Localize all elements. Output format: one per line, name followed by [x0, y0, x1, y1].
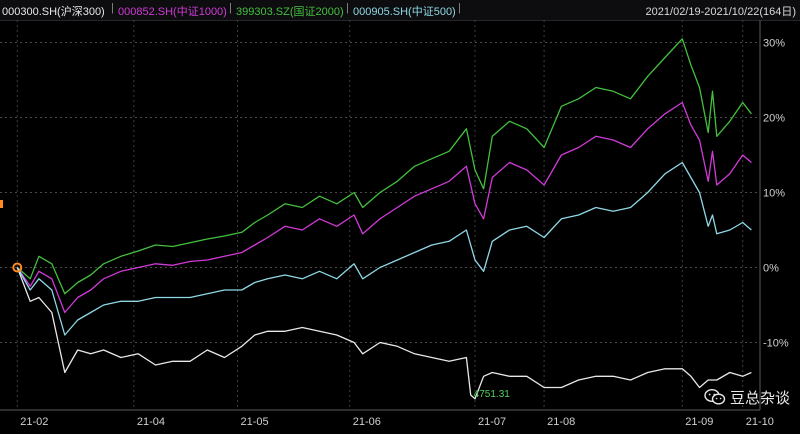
y-tick-label: 0% — [763, 263, 779, 275]
legend-separator: | — [111, 2, 114, 14]
legend-item-zz500[interactable]: 000905.SH(中证500) — [353, 3, 456, 19]
series-line-3 — [16, 267, 752, 400]
y-tick-label: 10% — [763, 188, 785, 200]
x-tick-label: 21-02 — [20, 416, 48, 428]
legend-item-gz2000[interactable]: 399303.SZ(国证2000) — [236, 3, 344, 19]
series-layer — [16, 38, 752, 400]
x-tick-label: 21-08 — [547, 416, 575, 428]
marker-layer: 4751.31 — [0, 200, 510, 400]
y-tick-label: 20% — [763, 113, 785, 125]
date-range-label: 2021/02/19-2021/10/22(164日) — [645, 6, 796, 18]
x-tick-label: 21-04 — [137, 416, 165, 428]
legend-separator: | — [346, 2, 349, 14]
watermark: 豆总杂谈 — [704, 386, 790, 408]
min-value-annotation: 4751.31 — [474, 389, 511, 400]
series-line-1 — [16, 101, 752, 314]
wechat-icon — [704, 388, 726, 405]
legend-item-zz1000[interactable]: 000852.SH(中证1000) — [118, 3, 227, 19]
x-tick-label: 21-05 — [241, 416, 269, 428]
series-line-2 — [16, 161, 752, 336]
x-tick-label: 21-09 — [685, 416, 713, 428]
y-tick-label: 30% — [763, 38, 785, 50]
legend-separator: | — [229, 2, 232, 14]
axis-layer: 30% 20% 10% 0% -10% 21-02 21-04 21-05 21-06 21-07… — [0, 20, 789, 428]
x-tick-label: 21-07 — [478, 416, 506, 428]
x-tick-label: 21-06 — [353, 416, 381, 428]
legend-bar: 000300.SH(沪深300) | 000852.SH(中证1000) | 3… — [0, 0, 800, 21]
legend-item-hs300[interactable]: 000300.SH(沪深300) — [2, 3, 105, 19]
y-tick-label: -10% — [763, 338, 789, 350]
watermark-text: 豆总杂谈 — [729, 389, 790, 407]
line-chart: 30% 20% 10% 0% -10% 21-02 21-04 21-05 21-06 21-07… — [0, 20, 789, 428]
left-edge-marker — [0, 200, 3, 208]
x-tick-label: 21-10 — [746, 416, 774, 428]
legend-separator: | — [458, 2, 461, 14]
series-line-0 — [16, 38, 752, 295]
